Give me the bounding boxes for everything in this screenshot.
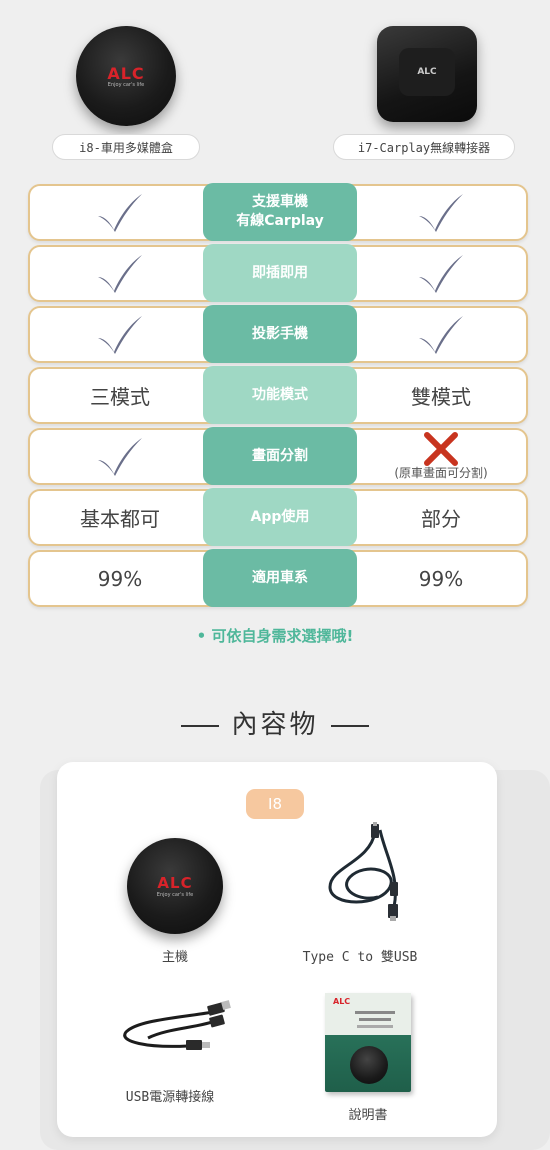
product-label-i8: i8-車用多媒體盒 (52, 134, 200, 160)
cell-i8 (30, 430, 210, 483)
product-label-i7: i7-Carplay無線轉接器 (333, 134, 515, 160)
feature-label: 支援車機 有線Carplay (203, 183, 357, 241)
feature-label: 投影手機 (203, 305, 357, 363)
check-icon (98, 193, 142, 232)
cell-i7-text: 雙模式 (411, 385, 471, 409)
cell-i8-text: 三模式 (90, 385, 150, 409)
check-icon (98, 437, 142, 476)
cover-text-line (359, 1018, 391, 1021)
cell-i7-note: (原車畫面可分割) (394, 466, 488, 480)
cell-i8 (30, 308, 210, 361)
section-title: 內容物 (0, 704, 550, 741)
cell-i7: 99% (356, 552, 526, 605)
alc-logo: ALC (333, 997, 351, 1006)
alc-logo: ALC (417, 67, 437, 77)
item-label-main-unit: 主機 (161, 950, 188, 965)
check-icon (98, 315, 142, 354)
model-badge: I8 (246, 789, 304, 819)
item-label-usb-power-cable: USB電源轉接線 (125, 1090, 215, 1105)
main-unit-image: ALC Enjoy car's life (127, 838, 223, 934)
cell-i7 (356, 308, 526, 361)
cell-i8: 99% (30, 552, 210, 605)
cell-i8-text: 基本都可 (80, 507, 160, 531)
alc-logo: ALC (107, 64, 145, 83)
cover-text-line (355, 1011, 395, 1014)
cell-i8: 三模式 (30, 369, 210, 422)
cell-i8-text: 99% (97, 566, 143, 591)
cell-i7 (356, 186, 526, 239)
feature-label: 功能模式 (203, 366, 357, 424)
usb-power-cable-image (123, 1000, 231, 1050)
feature-label: 畫面分割 (203, 427, 357, 485)
alc-logo: ALC (157, 874, 193, 893)
i7-device-image: ALC (377, 26, 477, 122)
feature-label: App使用 (203, 488, 357, 546)
cell-i7: (原車畫面可分割) (356, 430, 526, 483)
item-label-manual: 說明書 (348, 1108, 388, 1123)
feature-label: 適用車系 (203, 549, 357, 607)
title-dash-left (181, 724, 220, 727)
cell-i7-text: 99% (418, 566, 464, 591)
cover-text-line (357, 1025, 393, 1028)
title-dash-right (330, 724, 369, 727)
tagline: Enjoy car's life (156, 891, 194, 898)
check-icon (98, 254, 142, 293)
manual-device-photo (350, 1046, 388, 1084)
i8-device-image: ALC Enjoy car's life (76, 26, 176, 126)
feature-label: 即插即用 (203, 244, 357, 302)
check-icon (419, 315, 463, 354)
cell-i7-text: 部分 (421, 507, 461, 531)
cell-i7: 雙模式 (356, 369, 526, 422)
type-c-cable-image (328, 822, 398, 921)
item-label-type-c-cable: Type C to 雙USB (302, 950, 418, 965)
cell-i8 (30, 186, 210, 239)
check-icon (419, 193, 463, 232)
cell-i8: 基本都可 (30, 491, 210, 544)
cell-i7 (356, 247, 526, 300)
cell-i8 (30, 247, 210, 300)
manual-image: ALC (325, 993, 411, 1092)
cross-icon (424, 432, 458, 466)
section-title-text: 內容物 (231, 710, 319, 740)
check-icon (419, 254, 463, 293)
cell-i7: 部分 (356, 491, 526, 544)
tagline: Enjoy car's life (107, 82, 145, 88)
tip-text: • 可依自身需求選擇哦! (196, 627, 354, 645)
